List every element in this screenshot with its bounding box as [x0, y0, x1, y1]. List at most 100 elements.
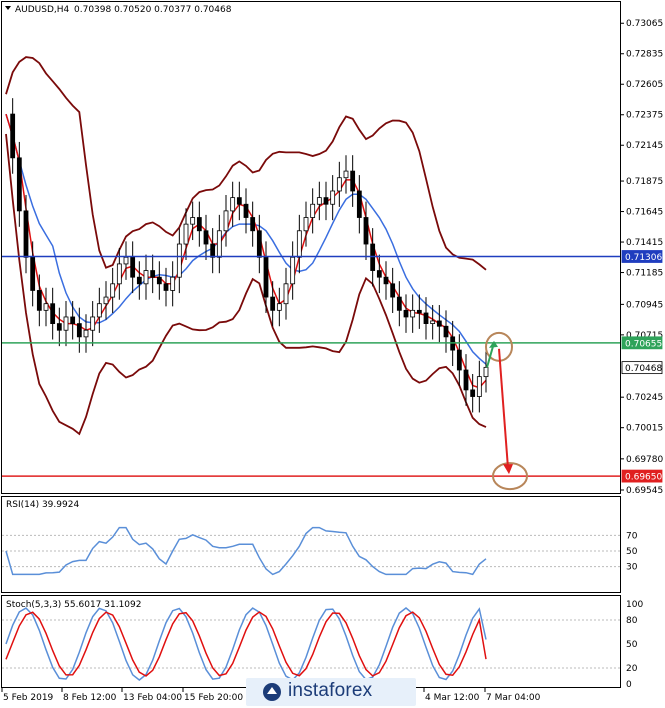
- candle-body: [256, 230, 262, 258]
- watermark-text: instaforex: [288, 680, 373, 701]
- candle-body: [210, 243, 216, 258]
- candle-body: [56, 323, 62, 331]
- price-tick-label: 0.72835: [626, 50, 663, 60]
- candle-body: [43, 303, 49, 311]
- candle-body: [376, 270, 382, 278]
- candle-body: [16, 157, 22, 212]
- stoch-level-label: 20: [626, 664, 638, 674]
- candle-body: [343, 170, 349, 179]
- candle-body: [483, 366, 489, 378]
- candle-body: [470, 389, 476, 397]
- price-tick-label: 0.70015: [626, 424, 663, 434]
- candle-body: [203, 230, 209, 245]
- price-tick-label: 0.70245: [626, 393, 663, 403]
- candle-body: [223, 210, 229, 232]
- candle-body: [36, 290, 42, 311]
- candle-body: [390, 283, 396, 298]
- stoch-level-label: 0: [626, 680, 632, 690]
- price-tick-label: 0.72375: [626, 111, 663, 121]
- time-tick-label: 4 Mar 12:00: [425, 693, 480, 703]
- price-tick-label: 0.72605: [626, 80, 663, 90]
- green-level-tag-text: 0.70655: [625, 339, 662, 349]
- candle-body: [316, 197, 322, 205]
- candle-body: [296, 230, 302, 258]
- rsi-level-label: 30: [626, 563, 638, 573]
- candle-body: [423, 312, 429, 324]
- instaforex-logo-icon: [263, 683, 281, 701]
- symbol-label: AUDUSD,H4: [15, 5, 70, 15]
- time-tick-label: 8 Feb 12:00: [63, 693, 117, 703]
- candle-body: [70, 316, 76, 324]
- ohlc-readout: 0.70398 0.70520 0.70377 0.70468: [74, 5, 232, 15]
- candle-body: [310, 203, 316, 218]
- candle-body: [76, 323, 82, 338]
- candle-body: [103, 296, 109, 305]
- candle-body: [276, 303, 282, 311]
- candle-body: [23, 210, 29, 258]
- price-tick-label: 0.71185: [626, 269, 663, 279]
- candle-body: [30, 256, 36, 291]
- candle-body: [176, 243, 182, 278]
- rsi-level-label: 70: [626, 531, 638, 541]
- candle-body: [463, 369, 469, 391]
- candle-body: [150, 270, 156, 278]
- chart-canvas: AUDUSD,H4 0.70398 0.70520 0.70377 0.7046…: [1, 1, 663, 703]
- candle-body: [236, 197, 242, 205]
- candle-body: [263, 256, 269, 298]
- candle-body: [416, 309, 422, 314]
- price-tick-label: 0.71415: [626, 238, 663, 248]
- candle-body: [383, 276, 389, 285]
- stoch-level-label: 50: [626, 640, 638, 650]
- red-level-tag-text: 0.69650: [625, 473, 662, 483]
- price-tags: 0.71306 0.70655 0.70468 0.69650: [621, 250, 662, 483]
- candle-body: [410, 309, 416, 318]
- stoch-level-label: 100: [626, 600, 643, 610]
- candle-body: [290, 256, 296, 285]
- candle-body: [403, 309, 409, 318]
- rsi-pane: [1, 496, 621, 593]
- current-price-tag-text: 0.70468: [625, 364, 662, 374]
- candle-body: [116, 263, 122, 285]
- time-tick-label: 13 Feb 04:00: [123, 693, 182, 703]
- candle-body: [90, 316, 96, 331]
- candle-body: [436, 320, 442, 327]
- rsi-label: RSI(14) 39.9924: [6, 500, 79, 510]
- candle-body: [350, 170, 356, 192]
- blue-level-tag-text: 0.71306: [625, 253, 662, 263]
- time-tick-label: 5 Feb 2019: [3, 693, 54, 703]
- price-tick-label: 0.71645: [626, 208, 663, 218]
- candle-body: [10, 113, 16, 159]
- candle-body: [363, 217, 369, 245]
- candle-body: [250, 217, 256, 232]
- candle-body: [110, 283, 116, 298]
- candle-body: [443, 325, 449, 338]
- price-tick-label: 0.71875: [626, 177, 663, 187]
- stoch-level-label: 80: [626, 616, 638, 626]
- price-tick-label: 0.69780: [626, 455, 663, 465]
- candle-body: [143, 270, 149, 285]
- candle-body: [123, 256, 129, 265]
- candle-body: [330, 190, 336, 205]
- candle-body: [370, 243, 376, 271]
- price-tick-label: 0.73065: [626, 19, 663, 29]
- candle-body: [456, 349, 462, 371]
- candle-body: [83, 329, 89, 338]
- price-tick-label: 0.72145: [626, 141, 663, 151]
- time-tick-label: 15 Feb 20:00: [184, 693, 243, 703]
- candle-body: [170, 276, 176, 291]
- candle-body: [96, 303, 102, 318]
- candle-body: [323, 197, 329, 205]
- candle-body: [336, 177, 342, 192]
- candle-body: [243, 203, 249, 218]
- candle-body: [156, 276, 162, 285]
- time-tick-label: 7 Mar 04:00: [486, 693, 541, 703]
- candle-body: [230, 197, 236, 212]
- candle-body: [50, 303, 56, 324]
- chart-header: AUDUSD,H4 0.70398 0.70520 0.70377 0.7046…: [5, 5, 232, 15]
- candle-body: [136, 276, 142, 285]
- candle-body: [130, 256, 136, 278]
- rsi-level-label: 50: [626, 547, 638, 557]
- candle-body: [196, 217, 202, 232]
- price-tick-label: 0.69545: [626, 486, 663, 496]
- candle-body: [216, 230, 222, 258]
